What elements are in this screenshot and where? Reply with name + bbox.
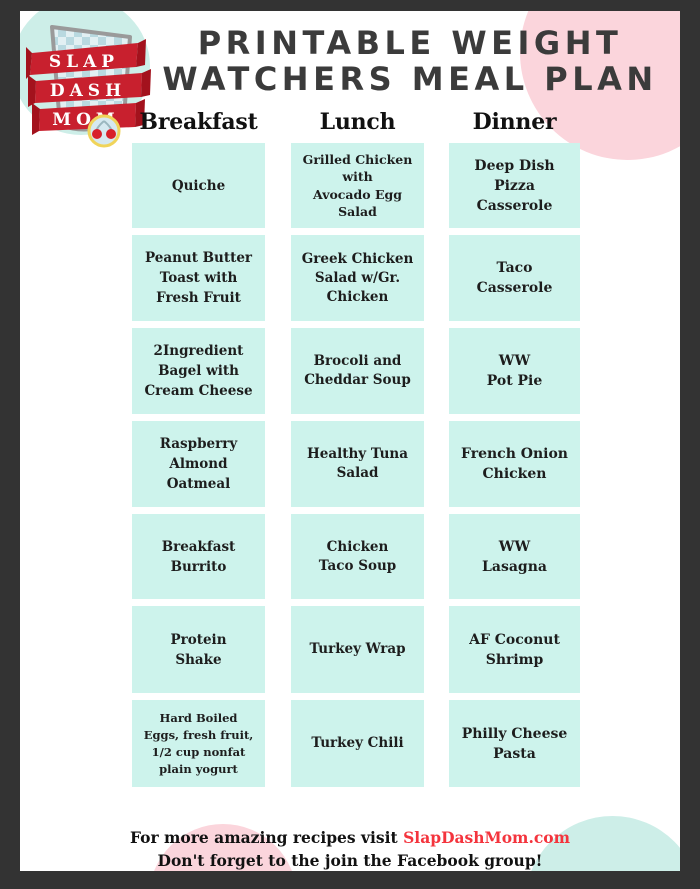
outer-frame: SLAP DASH MOM PRINTABLE WEIGHT WATCHERS …	[0, 0, 700, 889]
printable-page: SLAP DASH MOM PRINTABLE WEIGHT WATCHERS …	[20, 11, 680, 871]
meal-card[interactable]: Greek Chicken Salad w/Gr. Chicken	[291, 235, 424, 321]
meal-label: Philly Cheese Pasta	[461, 725, 568, 762]
meal-label: Grilled Chicken with Avocado Egg Salad	[302, 151, 413, 220]
meal-label: Quiche	[171, 177, 226, 194]
meal-plan-grid: Breakfast Quiche Peanut Butter Toast wit…	[20, 11, 680, 871]
meal-card[interactable]: Hard Boiled Eggs, fresh fruit, 1/2 cup n…	[132, 700, 265, 787]
meal-card[interactable]: French Onion Chicken	[449, 421, 580, 507]
meal-card[interactable]: Protein Shake	[132, 606, 265, 693]
meal-card[interactable]: AF Coconut Shrimp	[449, 606, 580, 693]
meal-label: Chicken Taco Soup	[318, 538, 397, 574]
column-breakfast: Breakfast Quiche Peanut Butter Toast wit…	[132, 109, 265, 794]
meal-label: AF Coconut Shrimp	[469, 631, 560, 668]
meal-card[interactable]: Raspberry Almond Oatmeal	[132, 421, 265, 507]
meal-label: Turkey Chili	[311, 735, 404, 751]
meal-card[interactable]: Turkey Chili	[291, 700, 424, 787]
meal-card[interactable]: Philly Cheese Pasta	[449, 700, 580, 787]
meal-card[interactable]: Turkey Wrap	[291, 606, 424, 693]
meal-label: WW Lasagna	[482, 538, 547, 575]
column-header-lunch: Lunch	[319, 109, 396, 135]
meal-card[interactable]: Deep Dish Pizza Casserole	[449, 143, 580, 228]
meal-label: Greek Chicken Salad w/Gr. Chicken	[301, 250, 414, 305]
page-footer: For more amazing recipes visit SlapDashM…	[20, 826, 680, 871]
meal-card[interactable]: Chicken Taco Soup	[291, 514, 424, 599]
meal-label: French Onion Chicken	[461, 446, 568, 482]
meal-card[interactable]: Taco Casserole	[449, 235, 580, 321]
meal-card[interactable]: Peanut Butter Toast with Fresh Fruit	[132, 235, 265, 321]
meal-label: Hard Boiled Eggs, fresh fruit, 1/2 cup n…	[143, 710, 254, 776]
footer-line-1: For more amazing recipes visit SlapDashM…	[20, 826, 680, 849]
meal-label: Turkey Wrap	[309, 641, 406, 657]
column-lunch: Lunch Grilled Chicken with Avocado Egg S…	[291, 109, 424, 794]
meal-label: Healthy Tuna Salad	[307, 446, 408, 481]
footer-line-2: Don't forget to the join the Facebook gr…	[157, 851, 543, 870]
column-header-dinner: Dinner	[472, 109, 557, 135]
meal-label: Peanut Butter Toast with Fresh Fruit	[144, 250, 253, 306]
meal-card[interactable]: Breakfast Burrito	[132, 514, 265, 599]
column-dinner: Dinner Deep Dish Pizza Casserole Taco Ca…	[449, 109, 580, 794]
meal-label: Taco Casserole	[476, 260, 553, 296]
meal-label: Protein Shake	[170, 631, 227, 668]
meal-card[interactable]: Brocoli and Cheddar Soup	[291, 328, 424, 414]
meal-label: 2Ingredient Bagel with Cream Cheese	[144, 343, 253, 399]
meal-card[interactable]: Grilled Chicken with Avocado Egg Salad	[291, 143, 424, 228]
meal-card[interactable]: WW Pot Pie	[449, 328, 580, 414]
meal-card[interactable]: 2Ingredient Bagel with Cream Cheese	[132, 328, 265, 414]
meal-card[interactable]: Quiche	[132, 143, 265, 228]
meal-label: WW Pot Pie	[486, 353, 543, 389]
slapdashmom-link[interactable]: SlapDashMom.com	[403, 828, 570, 847]
meal-label: Breakfast Burrito	[161, 538, 236, 575]
meal-label: Raspberry Almond Oatmeal	[159, 436, 238, 492]
meal-card[interactable]: WW Lasagna	[449, 514, 580, 599]
footer-prefix-text: For more amazing recipes visit	[129, 828, 404, 847]
meal-label: Brocoli and Cheddar Soup	[304, 353, 411, 388]
meal-label: Deep Dish Pizza Casserole	[474, 157, 555, 214]
column-header-breakfast: Breakfast	[139, 109, 258, 135]
meal-card[interactable]: Healthy Tuna Salad	[291, 421, 424, 507]
